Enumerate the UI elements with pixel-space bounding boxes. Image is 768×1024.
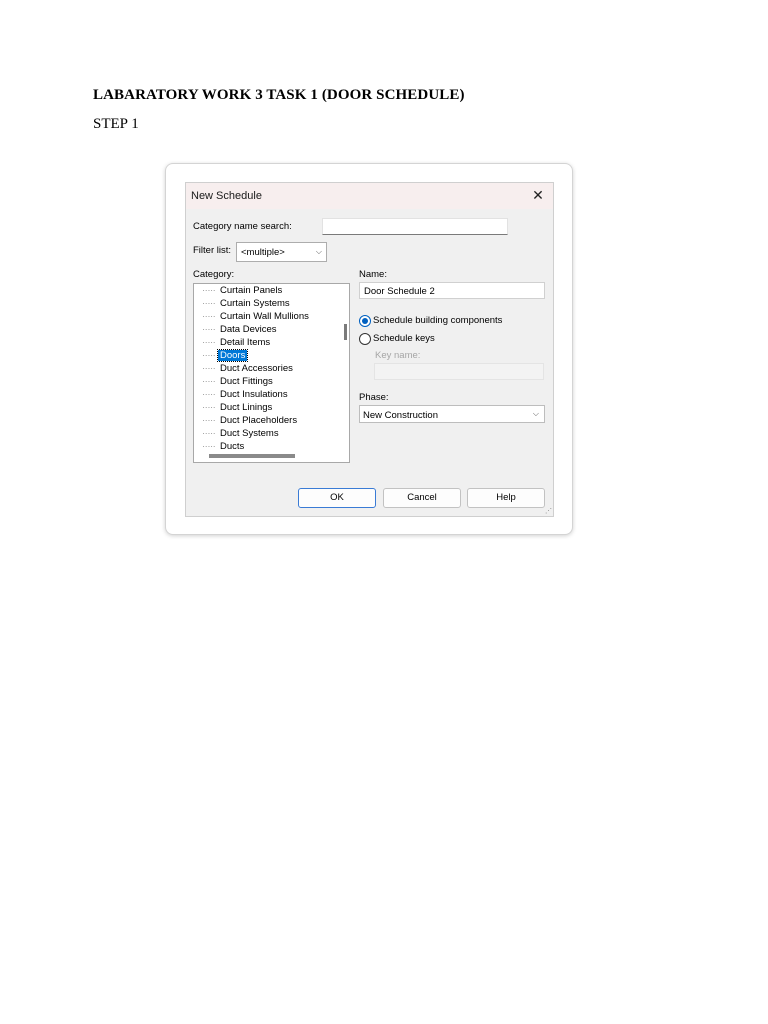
tree-connector: ····· [202,363,216,374]
tree-connector: ····· [202,350,216,361]
category-label: Category: [193,269,235,280]
tree-connector: ····· [202,441,216,452]
category-item-label: Duct Accessories [220,363,293,374]
close-icon[interactable]: ✕ [531,187,545,203]
resize-grip-icon[interactable]: ⋰ [545,508,552,515]
category-item-label: Duct Systems [220,428,279,439]
category-item-label: Duct Placeholders [220,415,298,426]
category-list-item[interactable]: ····· Detail Items [202,337,272,350]
key-name-label: Key name: [375,350,421,361]
document-step: STEP 1 [93,116,139,132]
category-list-item[interactable]: ····· Curtain Systems [202,298,292,311]
category-search-input[interactable] [322,218,508,235]
category-list-item[interactable]: ····· Duct Insulations [202,389,290,402]
ok-button[interactable]: OK [298,488,376,508]
category-list[interactable]: ····· Curtain Panels ····· Curtain Systems… [193,283,350,463]
phase-value: New Construction [363,410,438,421]
tree-connector: ····· [202,298,216,309]
tree-connector: ····· [202,324,216,335]
radio-schedule-keys-label[interactable]: Schedule keys [373,333,435,344]
category-list-item[interactable]: ····· Duct Fittings [202,376,275,389]
chevron-down-icon: ⌵ [532,409,539,418]
category-list-item[interactable]: ····· Duct Placeholders [202,415,299,428]
category-list-item[interactable]: ····· Data Devices [202,324,279,337]
phase-label: Phase: [359,392,389,403]
radio-schedule-components-label[interactable]: Schedule building components [373,315,502,326]
help-button[interactable]: Help [467,488,545,508]
category-item-label: Detail Items [220,337,271,348]
category-item-label: Duct Linings [220,402,273,413]
tree-connector: ····· [202,389,216,400]
tree-connector: ····· [202,428,216,439]
category-list-item[interactable]: ····· Duct Systems [202,428,281,441]
filter-list-label: Filter list: [193,245,231,256]
tree-connector: ····· [202,402,216,413]
name-input[interactable]: Door Schedule 2 [359,282,545,299]
dialog-title: New Schedule [191,190,262,202]
category-list-item-selected[interactable]: ····· Doors [202,349,249,363]
name-input-value: Door Schedule 2 [364,286,435,297]
tree-connector: ····· [202,311,216,322]
category-item-label: Curtain Wall Mullions [220,311,309,322]
phase-select[interactable]: New Construction ⌵ [359,405,545,423]
key-name-input [374,363,544,380]
category-search-label: Category name search: [193,221,292,232]
category-item-label: Duct Insulations [220,389,288,400]
category-item-label: Ducts [220,441,245,452]
category-list-item[interactable]: ····· Curtain Panels [202,285,284,298]
tree-connector: ····· [202,337,216,348]
dialog-titlebar: New Schedule ✕ [186,183,553,209]
vertical-scrollbar-thumb[interactable] [344,324,347,340]
category-list-item[interactable]: ····· Curtain Wall Mullions [202,311,311,324]
tree-connector: ····· [202,285,216,296]
horizontal-scrollbar-thumb[interactable] [209,454,295,458]
radio-schedule-keys[interactable] [359,333,371,345]
radio-schedule-components[interactable] [359,315,371,327]
filter-list-select[interactable]: <multiple> ⌵ [236,242,327,262]
category-item-label: Curtain Systems [220,298,290,309]
category-list-item[interactable]: ····· Duct Accessories [202,363,295,376]
category-item-label: Duct Fittings [220,376,273,387]
new-schedule-dialog: New Schedule ✕ Category name search: Fil… [185,182,554,517]
tree-connector: ····· [202,376,216,387]
tree-connector: ····· [202,415,216,426]
cancel-button[interactable]: Cancel [383,488,461,508]
category-list-item[interactable]: ····· Duct Linings [202,402,274,415]
category-list-item[interactable]: ····· Ducts [202,441,246,454]
filter-list-value: <multiple> [241,247,285,258]
category-item-label: Data Devices [220,324,277,335]
chevron-down-icon: ⌵ [315,247,322,256]
document-title: LABARATORY WORK 3 TASK 1 (DOOR SCHEDULE) [93,87,465,103]
category-item-label: Curtain Panels [220,285,283,296]
category-item-label: Doors [216,349,249,362]
name-label: Name: [359,269,387,280]
